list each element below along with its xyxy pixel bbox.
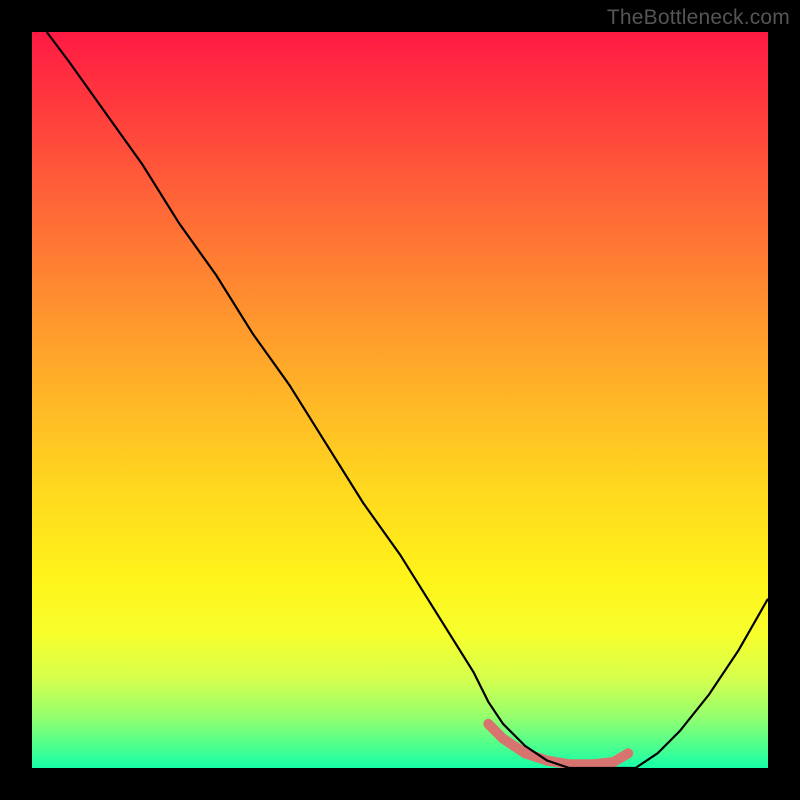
bottleneck-curve-line	[47, 32, 768, 768]
watermark-label: TheBottleneck.com	[607, 6, 790, 30]
chart-canvas: TheBottleneck.com	[0, 0, 800, 800]
chart-svg	[32, 32, 768, 768]
plot-area	[32, 32, 768, 768]
